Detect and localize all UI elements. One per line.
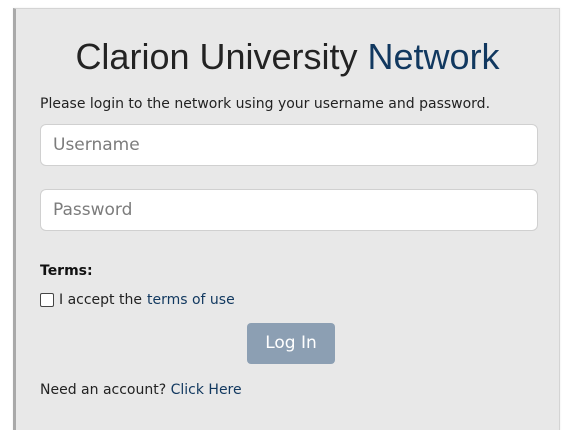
terms-heading: Terms: <box>40 263 93 279</box>
terms-accept-row: I accept the terms of use <box>40 290 235 310</box>
login-card: Clarion University Network Please login … <box>13 8 560 430</box>
account-prompt-text: Need an account? <box>40 382 167 398</box>
password-input[interactable] <box>40 189 538 231</box>
login-page: Clarion University Network Please login … <box>0 0 569 430</box>
terms-of-use-link[interactable]: terms of use <box>147 292 235 308</box>
terms-accept-text: I accept the <box>59 292 142 308</box>
create-account-link[interactable]: Click Here <box>171 382 242 398</box>
title-accent: Network <box>367 36 500 77</box>
account-prompt: Need an account? Click Here <box>40 381 242 399</box>
terms-checkbox[interactable] <box>40 293 54 307</box>
title-main: Clarion University <box>75 36 358 77</box>
login-button[interactable]: Log In <box>247 323 335 364</box>
page-title: Clarion University Network <box>16 33 559 81</box>
username-input[interactable] <box>40 124 538 166</box>
login-instructions: Please login to the network using your u… <box>40 96 491 112</box>
